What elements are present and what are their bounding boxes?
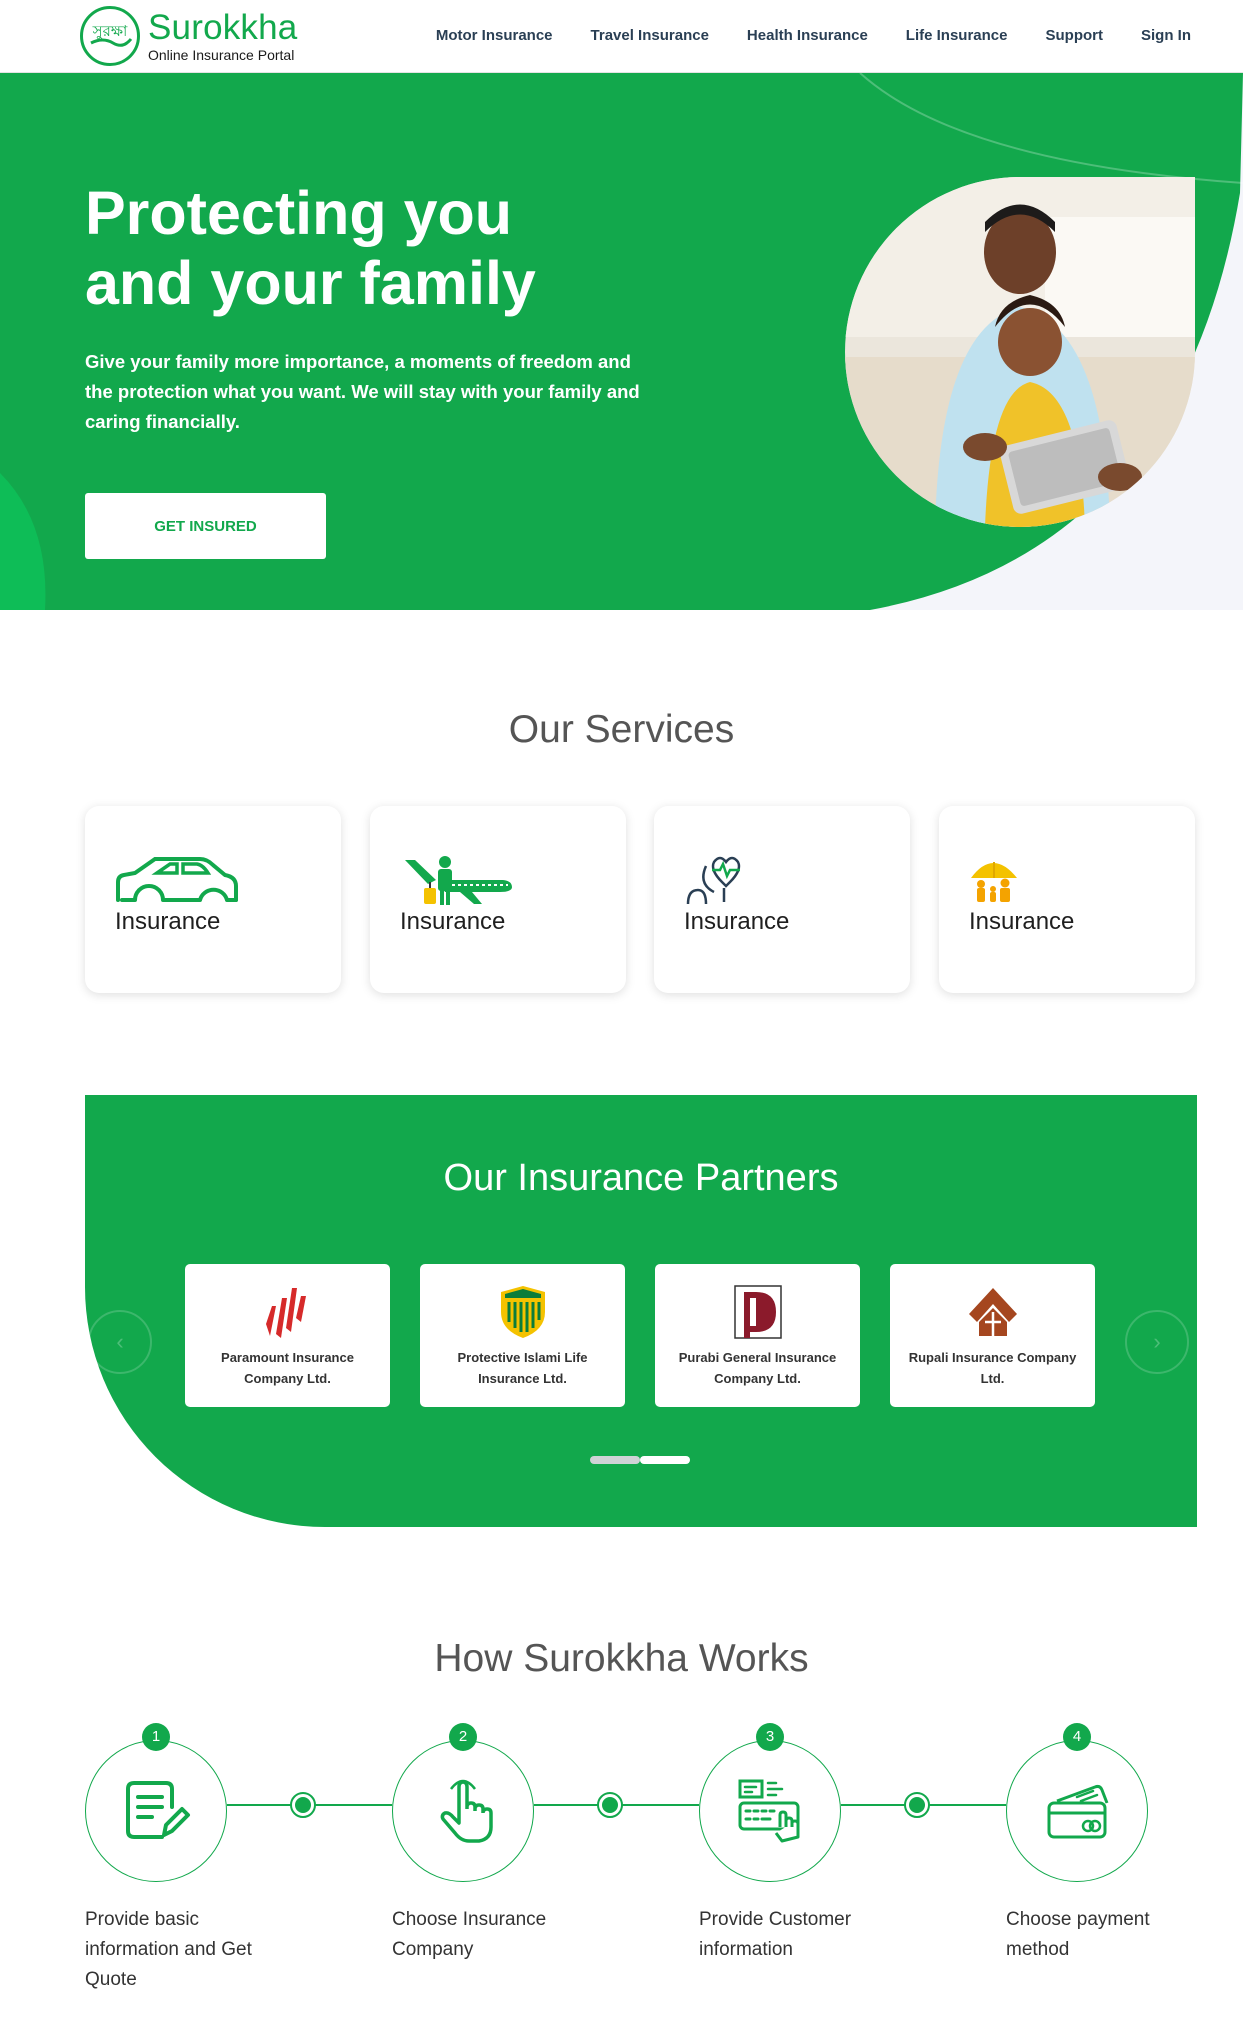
nav-support[interactable]: Support: [1046, 27, 1104, 44]
service-label: Insurance: [969, 908, 1075, 935]
get-insured-button[interactable]: GET INSURED: [85, 493, 326, 559]
hand-pointer-icon: [440, 1779, 493, 1843]
svg-text:সুরক্ষা: সুরক্ষা: [92, 22, 128, 40]
service-label: Insurance: [400, 908, 506, 935]
partner-name: Paramount Insurance Company Ltd.: [221, 1350, 354, 1386]
nav-sign-in[interactable]: Sign In: [1141, 27, 1191, 44]
service-card-life[interactable]: Insurance: [939, 806, 1195, 993]
nav-health-insurance[interactable]: Health Insurance: [747, 27, 868, 44]
service-label: Insurance: [115, 908, 221, 935]
step-1-circle: [85, 1740, 227, 1882]
partner-card-protective[interactable]: Protective Islami Life Insurance Ltd.: [420, 1264, 625, 1407]
carousel-dot-1[interactable]: [590, 1456, 640, 1464]
step-4-circle: [1006, 1740, 1148, 1882]
brand-tagline: Online Insurance Portal: [148, 47, 295, 63]
service-label: Insurance: [684, 908, 790, 935]
hero-description: Give your family more importance, a mome…: [85, 351, 640, 432]
hero-title: Protecting you and your family: [85, 178, 605, 318]
step-3-circle: [699, 1740, 841, 1882]
step-2-circle: [392, 1740, 534, 1882]
credit-card-icon: [1047, 1784, 1109, 1839]
partner-card-paramount[interactable]: Paramount Insurance Company Ltd.: [185, 1264, 390, 1407]
step-connector-dot: [904, 1792, 930, 1818]
nav-travel-insurance[interactable]: Travel Insurance: [591, 27, 709, 44]
paramount-logo: [266, 1288, 306, 1338]
main-nav: Motor Insurance Travel Insurance Health …: [436, 27, 1191, 44]
step-connector-dot: [597, 1792, 623, 1818]
carousel-dot-2[interactable]: [640, 1456, 690, 1464]
step-connector-dot: [290, 1792, 316, 1818]
logo-emblem-icon: সুরক্ষা: [80, 6, 140, 66]
car-icon: [116, 857, 238, 902]
brand-logo[interactable]: সুরক্ষা Surokkha Online Insurance Portal: [80, 6, 297, 66]
chevron-right-icon[interactable]: ›: [1125, 1310, 1189, 1374]
heart-stethoscope-icon: [686, 856, 741, 905]
hero-title-line-1: Protecting you: [85, 179, 513, 247]
partner-name: Purabi General Insurance Company Ltd.: [678, 1350, 837, 1386]
step-number-badge: 3: [756, 1723, 784, 1751]
partner-name: Protective Islami Life Insurance Ltd.: [457, 1350, 588, 1386]
rupali-house-logo: [969, 1288, 1017, 1336]
carousel-pagination: [590, 1456, 690, 1464]
nav-motor-insurance[interactable]: Motor Insurance: [436, 27, 553, 44]
protective-shield-logo: [501, 1286, 545, 1338]
step-number-badge: 1: [142, 1723, 170, 1751]
step-number-badge: 4: [1063, 1723, 1091, 1751]
hero-family-photo: [845, 177, 1195, 527]
partners-title: Our Insurance Partners: [443, 1157, 839, 1199]
nav-life-insurance[interactable]: Life Insurance: [906, 27, 1008, 44]
partners-section: Our Insurance Partners ‹ › Paramount Ins…: [85, 1095, 1197, 1527]
services-title: Our Services: [508, 708, 735, 751]
works-title: How Surokkha Works: [434, 1637, 809, 1680]
brand-name: Surokkha: [148, 8, 298, 47]
service-card-motor[interactable]: Insurance: [85, 806, 341, 993]
family-umbrella-icon: [971, 862, 1017, 902]
keyboard-typing-icon: [738, 1779, 800, 1843]
purabi-logo: [734, 1285, 782, 1339]
hero-title-line-2: and your family: [85, 249, 536, 317]
step-description: Provide Customer information: [699, 1909, 852, 1960]
site-header: সুরক্ষা Surokkha Online Insurance Portal…: [0, 0, 1243, 73]
step-description: Provide basic information and Get Quote: [85, 1909, 252, 1990]
partner-card-rupali[interactable]: Rupali Insurance Company Ltd.: [890, 1264, 1095, 1407]
step-number-badge: 2: [449, 1723, 477, 1751]
chevron-left-icon[interactable]: ‹: [88, 1310, 152, 1374]
partner-name: Rupali Insurance Company Ltd.: [908, 1350, 1077, 1386]
service-card-travel[interactable]: Insurance: [370, 806, 626, 993]
airplane-traveler-icon: [405, 856, 512, 905]
hero-section: Protecting you and your family Give your…: [0, 73, 1243, 610]
service-card-health[interactable]: Insurance: [654, 806, 910, 993]
partner-card-purabi[interactable]: Purabi General Insurance Company Ltd.: [655, 1264, 860, 1407]
document-edit-icon: [126, 1781, 190, 1839]
step-description: Choose Insurance Company: [392, 1909, 547, 1960]
step-description: Choose payment method: [1006, 1909, 1150, 1960]
